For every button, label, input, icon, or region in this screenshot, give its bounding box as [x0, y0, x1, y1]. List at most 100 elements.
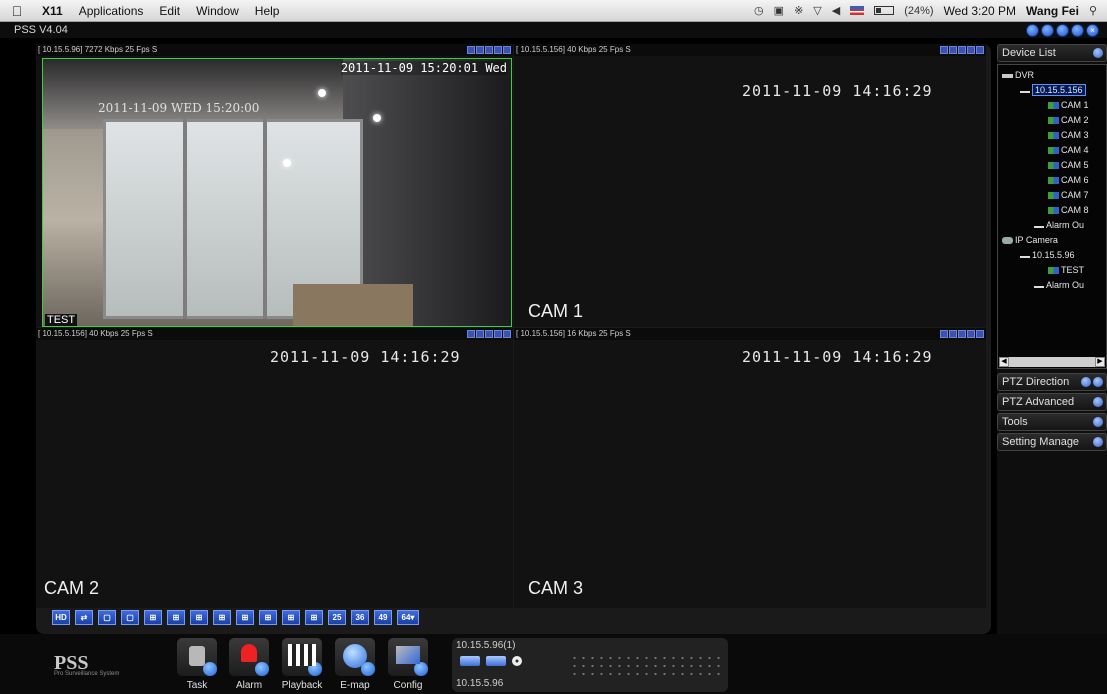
tree-node-cam-2[interactable]: CAM 2	[1048, 114, 1089, 126]
tree-node-alarm-out[interactable]: Alarm Ou	[1034, 219, 1084, 231]
layout-6-button[interactable]: ⊞	[167, 610, 185, 625]
close-button[interactable]: ×	[1086, 24, 1099, 37]
volume-icon[interactable]: ◀	[832, 4, 840, 17]
tree-node-cam-4[interactable]: CAM 4	[1048, 144, 1089, 156]
layout-1-button[interactable]: ▢	[121, 610, 139, 625]
expand-icon[interactable]	[1093, 397, 1103, 407]
talk-icon[interactable]	[967, 330, 975, 338]
hd-button[interactable]: HD	[52, 610, 70, 625]
layout-8-button[interactable]: ⊞	[190, 610, 208, 625]
record-icon[interactable]	[940, 330, 948, 338]
emap-button[interactable]: E-map	[332, 638, 378, 694]
config-button[interactable]: Config	[385, 638, 431, 694]
layout-36-button[interactable]: 36	[351, 610, 369, 625]
ptz-settings-icon[interactable]	[1081, 377, 1091, 387]
scroll-right-icon[interactable]: ▶	[1095, 357, 1105, 367]
tools-label: Tools	[1002, 416, 1028, 428]
menu-user[interactable]: Wang Fei	[1026, 4, 1079, 18]
layout-49-button[interactable]: 49	[374, 610, 392, 625]
maximize-button[interactable]	[1071, 24, 1084, 37]
layout-64-button[interactable]: 64▾	[397, 610, 419, 625]
snapshot-icon[interactable]	[949, 46, 957, 54]
video-tile-2[interactable]: [ 10.15.5.156] 40 Kbps 25 Fps S 2011-11-…	[514, 44, 986, 327]
minimize-button[interactable]	[1056, 24, 1069, 37]
scroll-left-icon[interactable]: ◀	[999, 357, 1009, 367]
tree-node-cam-7[interactable]: CAM 7	[1048, 189, 1089, 201]
bluetooth-icon[interactable]: ※	[794, 4, 803, 17]
device-status-panel[interactable]: 10.15.5.96(1) 10.15.5.96	[452, 638, 728, 692]
menu-applications[interactable]: Applications	[71, 4, 152, 18]
fullscreen-icon[interactable]: ▢	[98, 610, 116, 625]
ptz-advanced-header[interactable]: PTZ Advanced	[997, 393, 1107, 411]
video-tile-4[interactable]: [ 10.15.5.156] 16 Kbps 25 Fps S 2011-11-…	[514, 328, 986, 608]
snapshot-icon[interactable]	[949, 330, 957, 338]
layout-20-button[interactable]: ⊞	[305, 610, 323, 625]
battery-icon[interactable]	[874, 6, 895, 15]
apple-icon[interactable]: 	[0, 3, 34, 19]
tree-node-dvr[interactable]: DVR	[1002, 69, 1034, 81]
menu-edit[interactable]: Edit	[151, 4, 188, 18]
device-tree: DVR 10.15.5.156 CAM 1 CAM 2 CAM 3 CAM 4 …	[997, 64, 1107, 369]
device-list-header[interactable]: Device List	[997, 44, 1107, 62]
menu-help[interactable]: Help	[247, 4, 288, 18]
layout-10-button[interactable]: ⊞	[236, 610, 254, 625]
tree-node-test[interactable]: TEST	[1048, 264, 1084, 276]
audio-icon[interactable]	[958, 330, 966, 338]
close-tile-icon[interactable]	[503, 330, 511, 338]
audio-icon[interactable]	[485, 46, 493, 54]
tree-node-alarm-out-2[interactable]: Alarm Ou	[1034, 279, 1084, 291]
spotlight-icon[interactable]: ⚲	[1089, 4, 1097, 17]
lock-icon[interactable]	[1026, 24, 1039, 37]
expand-icon[interactable]	[1093, 377, 1103, 387]
menu-app-name[interactable]: X11	[34, 4, 71, 18]
record-icon[interactable]	[467, 330, 475, 338]
ptz-direction-header[interactable]: PTZ Direction	[997, 373, 1107, 391]
talk-icon[interactable]	[967, 46, 975, 54]
snapshot-icon[interactable]	[476, 330, 484, 338]
time-machine-icon[interactable]: ◷	[754, 4, 764, 17]
audio-icon[interactable]	[958, 46, 966, 54]
menu-clock[interactable]: Wed 3:20 PM	[944, 4, 1016, 18]
input-flag-icon[interactable]	[850, 6, 865, 15]
video-tile-1[interactable]: [ 10.15.5.96] 7272 Kbps 25 Fps S 2011-11…	[36, 44, 513, 327]
expand-icon[interactable]	[1093, 48, 1103, 58]
record-icon[interactable]	[467, 46, 475, 54]
talk-icon[interactable]	[494, 330, 502, 338]
close-tile-icon[interactable]	[976, 330, 984, 338]
playback-button[interactable]: Playback	[279, 638, 325, 694]
audio-icon[interactable]	[485, 330, 493, 338]
stretch-icon[interactable]: ⇄	[75, 610, 93, 625]
talk-icon[interactable]	[494, 46, 502, 54]
layout-9-button[interactable]: ⊞	[213, 610, 231, 625]
settings-icon[interactable]	[1041, 24, 1054, 37]
layout-16-button[interactable]: ⊞	[282, 610, 300, 625]
video-tile-3[interactable]: [ 10.15.5.156] 40 Kbps 25 Fps S 2011-11-…	[36, 328, 513, 608]
snapshot-icon[interactable]	[476, 46, 484, 54]
tree-node-cam-1[interactable]: CAM 1	[1048, 99, 1089, 111]
alarm-button[interactable]: Alarm	[226, 638, 272, 694]
wifi-icon[interactable]: ▽	[813, 4, 821, 17]
display-icon[interactable]: ▣	[774, 4, 784, 17]
menu-bar:  X11 Applications Edit Window Help ◷ ▣ …	[0, 0, 1107, 22]
close-tile-icon[interactable]	[503, 46, 511, 54]
tree-node-ip-camera[interactable]: IP Camera	[1002, 234, 1058, 246]
tree-node-cam-5[interactable]: CAM 5	[1048, 159, 1089, 171]
menu-window[interactable]: Window	[188, 4, 247, 18]
tools-header[interactable]: Tools	[997, 413, 1107, 431]
layout-13-button[interactable]: ⊞	[259, 610, 277, 625]
setting-manager-header[interactable]: Setting Manage	[997, 433, 1107, 451]
close-tile-icon[interactable]	[976, 46, 984, 54]
layout-25-button[interactable]: 25	[328, 610, 346, 625]
task-button[interactable]: Task	[174, 638, 220, 694]
tree-node-ipcam-ip[interactable]: 10.15.5.96	[1020, 249, 1075, 261]
tree-node-dvr-ip[interactable]: 10.15.5.156	[1020, 84, 1086, 96]
camera-feed[interactable]: 2011-11-09 15:20:01 Wed 2011-11-09 WED 1…	[42, 58, 512, 327]
expand-icon[interactable]	[1093, 417, 1103, 427]
tree-scrollbar[interactable]: ◀ ▶	[999, 357, 1105, 367]
tree-node-cam-8[interactable]: CAM 8	[1048, 204, 1089, 216]
expand-icon[interactable]	[1093, 437, 1103, 447]
layout-4-button[interactable]: ⊞	[144, 610, 162, 625]
tree-node-cam-3[interactable]: CAM 3	[1048, 129, 1089, 141]
tree-node-cam-6[interactable]: CAM 6	[1048, 174, 1089, 186]
record-icon[interactable]	[940, 46, 948, 54]
